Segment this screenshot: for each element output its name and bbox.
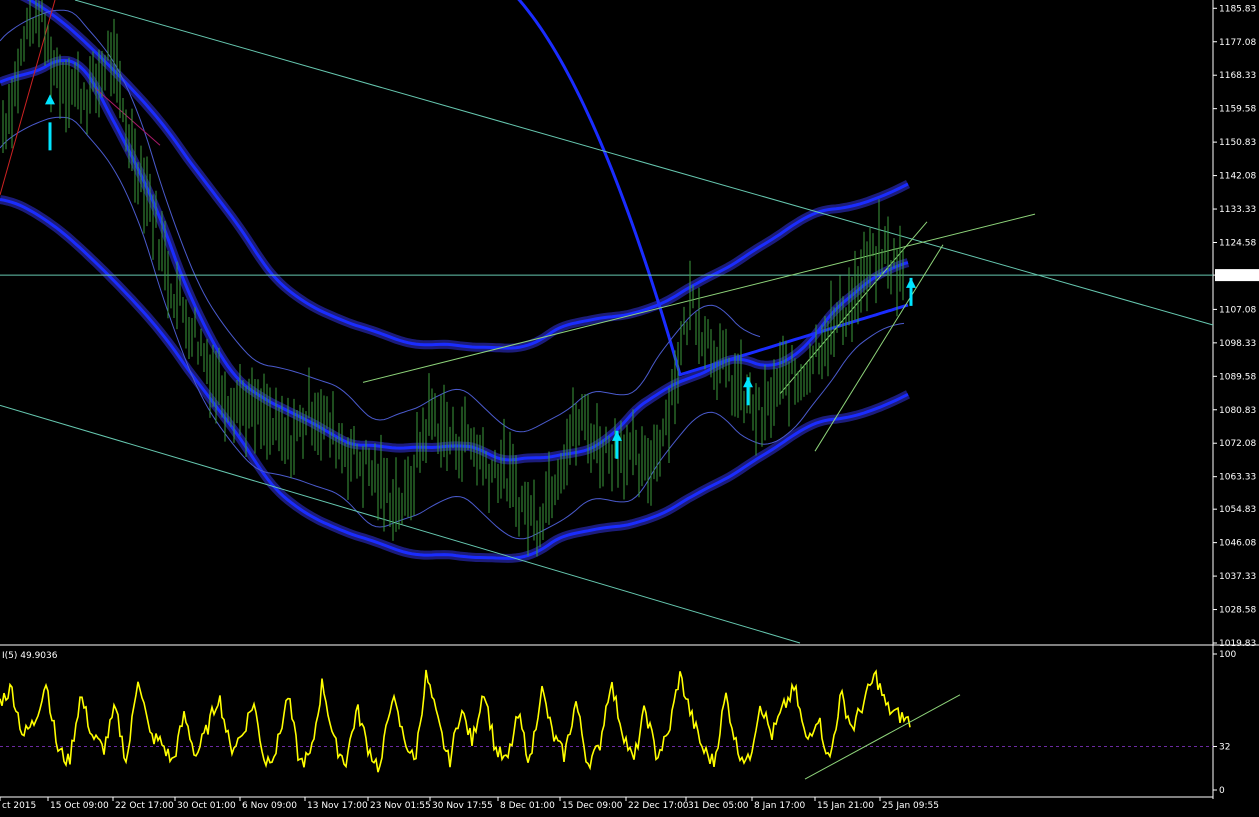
price-tick-label: 1185.83 <box>1219 4 1256 14</box>
time-tick-label: 22 Oct 17:00 <box>115 801 174 811</box>
time-tick-label: 15 Oct 09:00 <box>50 801 109 811</box>
time-tick-label: 30 Oct 01:00 <box>177 801 236 811</box>
price-tick-label: 1177.08 <box>1219 38 1256 48</box>
price-tick-label: 1080.83 <box>1219 406 1256 416</box>
channel-line-lower <box>0 404 801 644</box>
osc-tick-label: 0 <box>1219 786 1225 796</box>
price-tick-label: 1019.83 <box>1219 639 1256 649</box>
current-price-label: 1116.05 <box>1218 271 1255 281</box>
signal-arrow-icon <box>45 94 55 151</box>
osc-trendline <box>804 694 961 780</box>
price-tick-label: 1142.08 <box>1219 172 1256 182</box>
time-tick-label: 25 Jan 09:55 <box>882 801 939 811</box>
envelope-mid-line <box>0 58 909 462</box>
signal-arrow-head <box>743 377 753 388</box>
wedge-inner-trendline <box>779 221 928 395</box>
chart-window: 1185.83 1177.08 1168.33 1159.58 1150.83 1142.… <box>0 0 1259 817</box>
channel-line-upper <box>74 0 1214 326</box>
price-tick-label: 1159.58 <box>1219 105 1256 115</box>
time-tick-label: 15 Jan 21:00 <box>817 801 874 811</box>
price-tick-label: 1046.08 <box>1219 539 1256 549</box>
osc-line <box>0 669 911 773</box>
time-tick-label: ct 2015 <box>2 801 36 811</box>
price-tick-label: 1089.58 <box>1219 372 1256 382</box>
envelope-mid-halo <box>0 55 910 465</box>
time-tick-label: 31 Dec 05:00 <box>688 801 749 811</box>
time-tick-label: 8 Dec 01:00 <box>500 801 555 811</box>
price-tick-label: 1028.58 <box>1219 606 1256 616</box>
price-tick-label: 1107.08 <box>1219 305 1256 315</box>
bollinger-lower <box>0 116 905 540</box>
time-tick-label: 22 Dec 17:00 <box>628 801 689 811</box>
time-tick-label: 23 Nov 01:55 <box>370 801 431 811</box>
time-tick-label: 15 Dec 09:00 <box>562 801 623 811</box>
price-tick-label: 1072.08 <box>1219 439 1256 449</box>
price-tick-label: 1133.33 <box>1219 205 1256 215</box>
magenta-trendline <box>94 87 161 146</box>
time-tick-label: 6 Nov 09:00 <box>242 801 297 811</box>
chart-canvas: 1185.83 1177.08 1168.33 1159.58 1150.83 1142.… <box>0 0 1259 811</box>
price-tick-label: 1054.83 <box>1219 505 1256 515</box>
signal-arrow-head <box>45 94 55 105</box>
signal-arrow-head <box>906 277 916 288</box>
osc-label: I(5) 49.9036 <box>2 651 58 661</box>
osc-tick-label: 100 <box>1219 650 1236 660</box>
price-tick-label: 1037.33 <box>1219 572 1256 582</box>
osc-tick-label: 32 <box>1219 742 1230 752</box>
envelope-lower-outer-halo <box>0 195 911 563</box>
time-tick-label: 8 Jan 17:00 <box>754 801 806 811</box>
time-tick-label: 30 Nov 17:55 <box>432 801 493 811</box>
price-tick-label: 1098.33 <box>1219 339 1256 349</box>
time-tick-label: 13 Nov 17:00 <box>307 801 368 811</box>
price-tick-label: 1150.83 <box>1219 138 1256 148</box>
price-tick-label: 1168.33 <box>1219 71 1256 81</box>
price-tick-label: 1124.58 <box>1219 238 1256 248</box>
envelope-lower-outer-line <box>0 198 909 560</box>
price-tick-label: 1063.33 <box>1219 473 1256 483</box>
envelope-upper-steep-line <box>517 0 909 377</box>
